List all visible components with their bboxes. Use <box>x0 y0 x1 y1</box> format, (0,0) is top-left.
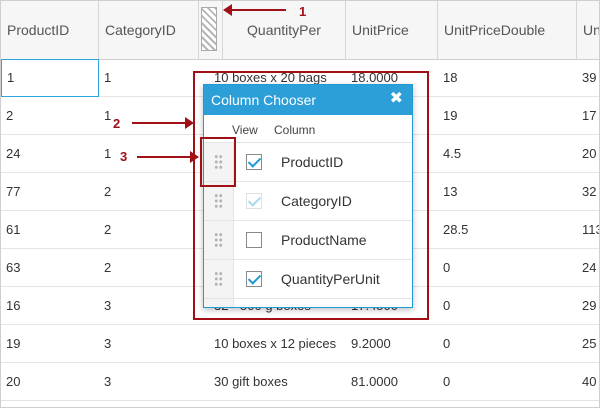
table-cell[interactable]: 0 <box>438 363 577 401</box>
table-cell[interactable]: 17 <box>577 97 599 135</box>
table-cell[interactable]: 0 <box>438 325 577 363</box>
grip-dots-icon <box>214 271 223 287</box>
table-row[interactable]: 20 3 30 gift boxes 81.0000 0 40 <box>1 363 599 401</box>
annotation-arrow-3 <box>137 156 191 158</box>
annotation-label-3: 3 <box>120 149 128 164</box>
table-cell[interactable]: 13 <box>438 173 577 211</box>
table-cell[interactable]: 0 <box>438 287 577 325</box>
grip-dots-icon <box>214 193 223 209</box>
arrow-right-icon <box>190 151 199 163</box>
visibility-checkbox[interactable] <box>246 271 262 287</box>
table-cell[interactable]: 2 <box>1 97 99 135</box>
header-productid[interactable]: ProductID <box>1 1 99 59</box>
chooser-item-productname[interactable]: ProductName <box>204 220 412 259</box>
table-cell[interactable]: 20 <box>577 135 599 173</box>
table-cell[interactable]: 3 <box>99 363 209 401</box>
chooser-title: Column Chooser <box>211 92 317 108</box>
table-cell[interactable]: 40 <box>577 363 599 401</box>
chooser-item-partial[interactable] <box>204 298 412 307</box>
column-drop-placeholder <box>201 7 217 51</box>
column-chooser-dialog[interactable]: Column Chooser ✖ View Column ProductID C… <box>203 84 413 308</box>
drag-handle[interactable] <box>204 221 234 259</box>
annotation-label-1: 1 <box>299 4 307 19</box>
table-cell[interactable]: 30 gift boxes <box>209 363 346 401</box>
arrow-right-icon <box>185 117 194 129</box>
visibility-checkbox[interactable] <box>246 232 262 248</box>
header-categoryid[interactable]: CategoryID <box>99 1 199 59</box>
column-header: Column <box>274 123 316 137</box>
table-row[interactable]: 19 3 10 boxes x 12 pieces 9.2000 0 25 <box>1 325 599 363</box>
header-unitsinstock[interactable]: Un <box>577 1 599 59</box>
header-unitpricedouble[interactable]: UnitPriceDouble <box>438 1 577 59</box>
table-cell[interactable]: 16 <box>1 287 99 325</box>
drag-handle[interactable] <box>204 299 234 307</box>
table-cell[interactable]: 4.5 <box>438 135 577 173</box>
table-cell[interactable]: 61 <box>1 211 99 249</box>
table-cell[interactable]: 28.5 <box>438 211 577 249</box>
annotation-label-2: 2 <box>113 116 121 131</box>
visibility-checkbox[interactable] <box>246 154 262 170</box>
chooser-item-label: ProductID <box>281 154 344 170</box>
table-cell[interactable]: 32 <box>577 173 599 211</box>
table-cell[interactable]: 19 <box>438 97 577 135</box>
table-cell[interactable]: 10 boxes x 12 pieces <box>209 325 346 363</box>
annotation-arrow-2 <box>132 122 186 124</box>
table-cell[interactable]: 24 <box>577 249 599 287</box>
grip-highlight-frame <box>200 137 236 187</box>
table-cell[interactable]: 9.2000 <box>346 325 438 363</box>
table-cell[interactable]: 19 <box>1 325 99 363</box>
table-cell[interactable]: 24 <box>1 135 99 173</box>
header-unitprice[interactable]: UnitPrice <box>346 1 438 59</box>
table-cell[interactable]: 63 <box>1 249 99 287</box>
chooser-titlebar[interactable]: Column Chooser ✖ <box>204 85 412 115</box>
chooser-item-label: CategoryID <box>281 193 352 209</box>
table-cell[interactable]: 18 <box>438 59 577 97</box>
close-icon[interactable]: ✖ <box>390 90 403 108</box>
view-header: View <box>232 123 258 137</box>
annotation-arrow-1 <box>231 9 286 11</box>
grip-dots-icon <box>214 232 223 248</box>
table-cell[interactable]: 39 <box>577 59 599 97</box>
table-cell[interactable]: 113 <box>577 211 599 249</box>
table-cell[interactable]: 77 <box>1 173 99 211</box>
chooser-item-label: ProductName <box>281 232 367 248</box>
table-cell[interactable]: 1 <box>1 59 99 97</box>
visibility-checkbox <box>246 193 262 209</box>
table-cell[interactable]: 25 <box>577 325 599 363</box>
table-cell[interactable]: 3 <box>99 325 209 363</box>
drag-handle[interactable] <box>204 260 234 298</box>
drag-handle[interactable] <box>204 182 234 220</box>
table-cell[interactable]: 20 <box>1 363 99 401</box>
chooser-item-label: QuantityPerUnit <box>281 271 380 287</box>
table-cell[interactable]: 29 <box>577 287 599 325</box>
table-cell[interactable]: 0 <box>438 249 577 287</box>
chooser-item-quantityperunit[interactable]: QuantityPerUnit <box>204 259 412 298</box>
table-cell[interactable]: 81.0000 <box>346 363 438 401</box>
